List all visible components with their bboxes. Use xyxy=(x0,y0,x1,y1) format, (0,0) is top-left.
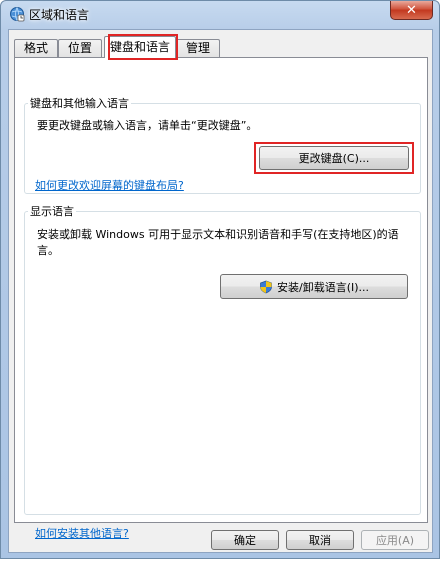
keyboard-description: 要更改键盘或输入语言，请单击“更改键盘”。 xyxy=(37,119,258,132)
dialog-window: 区域和语言 ✕ 格式 位置 键盘和语言 管理 键盘和其他输入语言 要更改键盘或输… xyxy=(0,0,440,559)
install-uninstall-languages-button[interactable]: 安装/卸载语言(I)... xyxy=(220,274,408,299)
display-description-line-1: 安装或卸载 Windows 可用于显示文本和识别语音和手写(在支持地区)的语 xyxy=(37,228,399,241)
tab-location[interactable]: 位置 xyxy=(58,39,102,57)
close-button[interactable]: ✕ xyxy=(390,1,433,20)
ok-button[interactable]: 确定 xyxy=(211,530,279,550)
tab-administrative[interactable]: 管理 xyxy=(176,39,220,57)
change-keyboards-button[interactable]: 更改键盘(C)... xyxy=(259,146,409,170)
welcome-keyboard-layout-link[interactable]: 如何更改欢迎屏幕的键盘布局? xyxy=(35,177,184,193)
install-other-languages-link[interactable]: 如何安装其他语言? xyxy=(35,525,129,541)
display-language-description: 安装或卸载 Windows 可用于显示文本和识别语音和手写(在支持地区)的语 言… xyxy=(37,227,412,259)
apply-button[interactable]: 应用(A) xyxy=(361,530,429,550)
uac-shield-icon xyxy=(260,280,272,293)
close-icon: ✕ xyxy=(406,2,417,18)
keyboard-group-title: 键盘和其他输入语言 xyxy=(30,97,129,110)
cancel-button[interactable]: 取消 xyxy=(286,530,354,550)
display-language-title: 显示语言 xyxy=(30,205,74,218)
install-button-label: 安装/卸载语言(I)... xyxy=(276,280,370,294)
dialog-client: 格式 位置 键盘和语言 管理 键盘和其他输入语言 要更改键盘或输入语言，请单击“… xyxy=(8,29,433,553)
tab-panel: 键盘和其他输入语言 要更改键盘或输入语言，请单击“更改键盘”。 更改键盘(C).… xyxy=(14,57,428,540)
display-description-line-2: 言。 xyxy=(37,244,59,257)
window-title: 区域和语言 xyxy=(29,8,90,22)
title-bar[interactable]: 区域和语言 ✕ xyxy=(1,1,439,27)
tab-keyboards-languages[interactable]: 键盘和语言 xyxy=(104,36,176,58)
tab-formats[interactable]: 格式 xyxy=(14,39,58,57)
globe-clock-icon xyxy=(10,7,25,22)
